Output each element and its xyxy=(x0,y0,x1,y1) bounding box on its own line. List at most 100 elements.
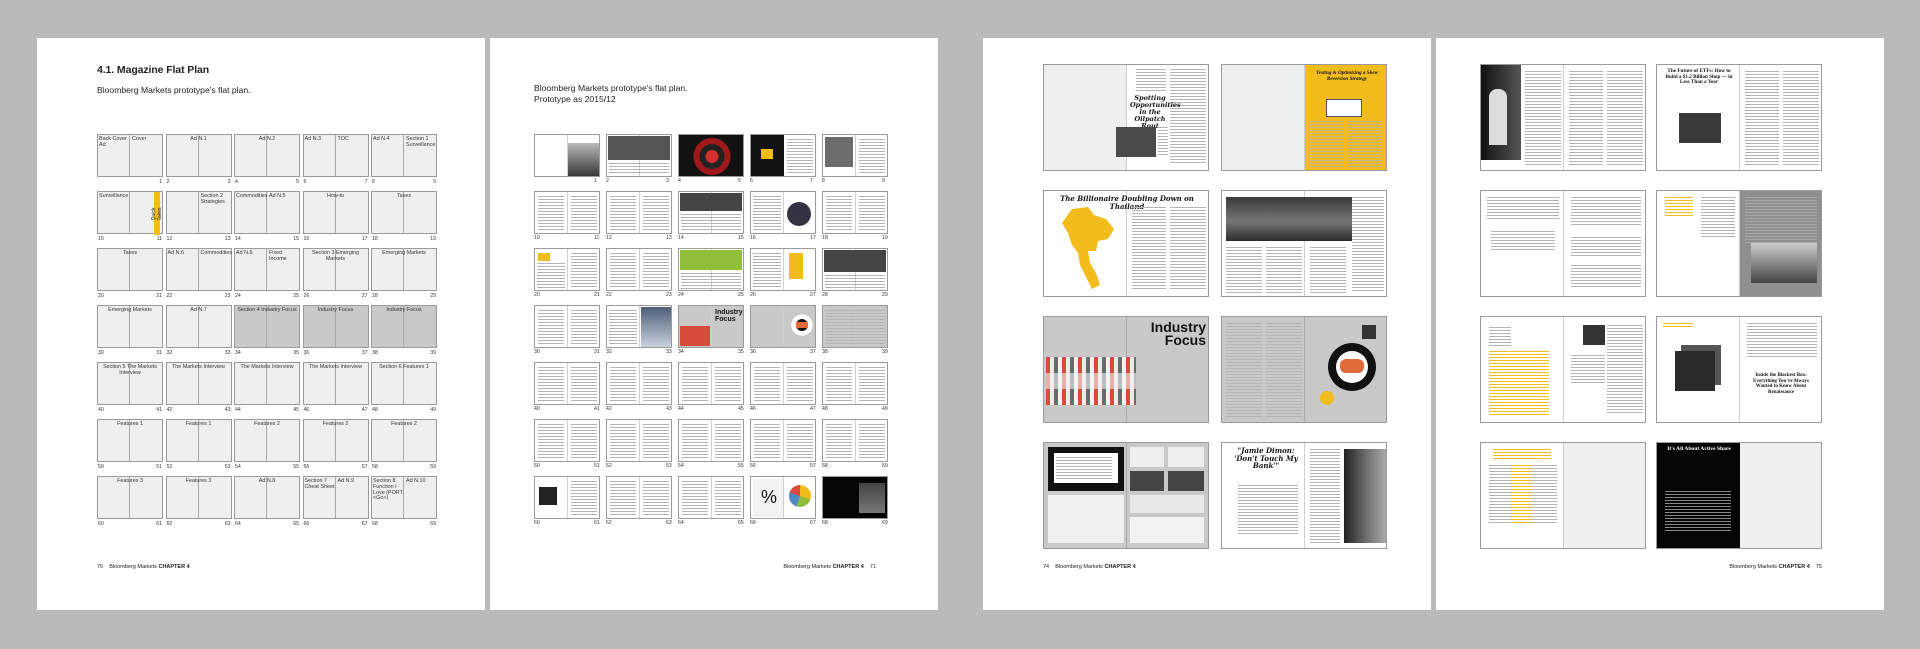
page-thumbnail xyxy=(534,134,600,177)
page-number-right: 21 xyxy=(156,293,162,299)
page-number-right: 17 xyxy=(810,235,816,241)
footer-chapter: CHAPTER 4 xyxy=(1104,564,1136,570)
headline-etf: The Future of ETFs: How to Build a $1.2 … xyxy=(1665,68,1733,85)
page-thumbnail xyxy=(606,191,672,234)
page-number-left: 32 xyxy=(166,350,173,356)
page-number-left: 12 xyxy=(606,235,612,241)
spread-cell: Features 2 54 55 xyxy=(234,419,300,470)
spread-label-right: Section 1 Surveillance xyxy=(406,136,436,148)
page-thumbnail xyxy=(678,134,744,177)
spread-cell: Features 3 60 61 xyxy=(97,476,163,527)
page-footer: 74 Bloomberg Markets CHAPTER 4 xyxy=(1043,564,1136,570)
page-number-right: 31 xyxy=(156,350,162,356)
page-number-right: 53 xyxy=(666,463,672,469)
page-number-left: 60 xyxy=(98,521,104,527)
footer-brand: Bloomberg Markets xyxy=(783,564,832,570)
page-number-left: 20 xyxy=(534,292,540,298)
spread-label: Emerging Markets xyxy=(382,250,426,256)
footer-page-number: 74 xyxy=(1043,564,1050,570)
page-number-right: 33 xyxy=(666,349,672,355)
spread-quotes xyxy=(1480,190,1646,297)
spread-cell: Section 2 Strategies 12 13 xyxy=(165,191,232,242)
spread-blackest-box: Inside the Blackest Box: Everything You'… xyxy=(1656,316,1822,423)
spread-car-feature xyxy=(1221,316,1387,423)
page-number-left: 68 xyxy=(822,520,828,526)
spread-label-left: Ad N.6 xyxy=(167,250,184,256)
page-thumbnail xyxy=(822,191,888,234)
spread-group-photo xyxy=(1221,190,1387,297)
spread-cell: Taxes 18 19 xyxy=(371,191,437,242)
page-number-right: 41 xyxy=(156,407,162,413)
spread-etf: The Future of ETFs: How to Build a $1.2 … xyxy=(1656,64,1822,171)
page-number-right: 53 xyxy=(224,464,231,470)
page-number-left: 28 xyxy=(822,292,828,298)
page-number-left: 2 xyxy=(166,179,170,185)
page-number-left: 4 xyxy=(678,178,681,184)
page-number-right: 37 xyxy=(361,350,368,356)
spread-label: How-to xyxy=(326,193,345,199)
page-number-left: 50 xyxy=(534,463,540,469)
page-thumbnail xyxy=(534,305,600,348)
page-number-right: 7 xyxy=(810,178,813,184)
page-number-right: 1 xyxy=(159,179,162,185)
page-number-right: 39 xyxy=(882,349,888,355)
page-thumbnail xyxy=(822,134,888,177)
page-number-left: 22 xyxy=(606,292,612,298)
page-thumbnail xyxy=(606,134,672,177)
spread-cell: Section 5 The Markets Interview 40 41 xyxy=(97,362,163,413)
spread-label: Features 2 xyxy=(391,421,417,427)
spread-dimon: "Jamie Dimon: 'Don't Touch My Bank'" xyxy=(1221,442,1387,549)
spread-label-right: Section 2 Strategies xyxy=(200,193,225,205)
spread-cell: Features 2 58 59 xyxy=(371,419,437,470)
page-thumbnail xyxy=(678,419,744,462)
spread-cell: Features 1 50 51 xyxy=(97,419,163,470)
page-number-left: 26 xyxy=(303,293,310,299)
headline-renaissance: Inside the Blackest Box: Everything You'… xyxy=(1753,373,1809,395)
page-number-right: 3 xyxy=(227,179,231,185)
spread-table xyxy=(1480,442,1646,549)
spread-label: Ad N.8 xyxy=(258,478,276,484)
spread-cell: Ad N.3 TOC 6 7 xyxy=(302,134,369,185)
page-number-right: 49 xyxy=(882,406,888,412)
spread-label-left: Section 8 Function I Love (PORT <Go>) xyxy=(373,478,403,502)
page-number-right: 65 xyxy=(738,520,744,526)
page-thumbnail xyxy=(534,476,600,519)
page-number-left: 56 xyxy=(750,463,756,469)
page-number-left: 64 xyxy=(678,520,684,526)
spread-cell: Ad N.1 2 3 xyxy=(165,134,232,185)
page-number-left: 50 xyxy=(98,464,104,470)
spread-oilpatch: Spotting Opportunities in the Oilpatch R… xyxy=(1043,64,1209,171)
page-number-left: 32 xyxy=(606,349,612,355)
page-number-right: 17 xyxy=(361,236,368,242)
spread-thailand: The Billionaire Doubling Down on Thailan… xyxy=(1043,190,1209,297)
spread-label: Industry Focus xyxy=(386,307,422,313)
page-title: 4.1. Magazine Flat Plan xyxy=(97,64,210,76)
page-number-right: 27 xyxy=(810,292,816,298)
page-number-left: 4 xyxy=(235,179,238,185)
page-thumbnail xyxy=(678,191,744,234)
page-number-left: 12 xyxy=(166,236,173,242)
headline-testing: Testing & Optimizing a Skew Reversion St… xyxy=(1315,70,1379,82)
page-number-right: 9 xyxy=(433,179,436,185)
page-number-right: 39 xyxy=(430,350,436,356)
page-number-left: 10 xyxy=(534,235,540,241)
spread-label: Industry Focus xyxy=(317,307,354,313)
spread-cell: Ad N.4 Section 1 Surveillance 8 9 xyxy=(371,134,437,185)
page-thumbnail xyxy=(822,419,888,462)
page-number-left: 40 xyxy=(98,407,104,413)
page-number-right: 51 xyxy=(156,464,162,470)
thailand-map xyxy=(1062,207,1114,289)
page-number-left: 24 xyxy=(235,293,241,299)
spread-label: The Markets Interview xyxy=(240,364,294,370)
spread-cell: Ad N.6 Fixed Income 24 25 xyxy=(234,248,300,299)
spread-label-left: Back Cover Ad xyxy=(99,136,127,148)
spread-cell: Industry Focus 38 39 xyxy=(371,305,437,356)
spread-cell: Taxes 20 21 xyxy=(97,248,163,299)
quick-takes-label: Quick Takes xyxy=(151,207,163,221)
spread-label: Section 5 The Markets Interview xyxy=(103,364,157,376)
spread-cell: Ad N.6 Commodities 22 23 xyxy=(165,248,232,299)
spread-cell: The Markets Interview 42 43 xyxy=(165,362,232,413)
spread-cell: Emerging Markets 30 31 xyxy=(97,305,163,356)
page-number-right: 49 xyxy=(430,407,436,413)
page-number-right: 25 xyxy=(293,293,299,299)
